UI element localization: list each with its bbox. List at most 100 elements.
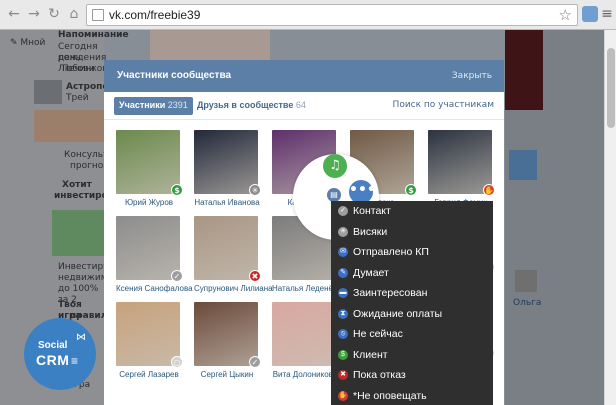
bookmark-star-icon[interactable]: ☆	[559, 6, 572, 24]
status-badge-icon[interactable]: ✳	[249, 184, 261, 196]
tab-count: 64	[295, 100, 306, 110]
menu-icon[interactable]: ≡	[599, 6, 615, 22]
status-menu: ✓ Контакт ✳ Висяки ✉ Отправлено КП ✎ Думает ▬ Заи…	[331, 201, 493, 405]
card-icon[interactable]: ▤	[327, 188, 341, 202]
status-badge-icon[interactable]: $	[171, 184, 183, 196]
member-card[interactable]: Ксения Санофалова ✓	[116, 216, 193, 293]
list-icon: ≡	[71, 354, 79, 368]
tab-members[interactable]: Участники 2391	[114, 97, 193, 115]
bg-text: Ольга	[513, 298, 542, 308]
member-card[interactable]: Наталья Иванова ✳	[194, 130, 261, 207]
member-name[interactable]: Супрунович Лилиана	[194, 284, 273, 293]
status-menu-item[interactable]: ✉ Отправлено КП	[331, 242, 493, 263]
dialog-header: Участники сообщества Закрыть	[104, 60, 504, 92]
member-card[interactable]: Сергей Цыкин ✓	[194, 302, 261, 379]
status-menu-label: Думает	[353, 266, 389, 279]
status-menu-item[interactable]: ✓ Контакт	[331, 201, 493, 222]
member-avatar[interactable]	[428, 130, 492, 194]
member-card[interactable]: Супрунович Лилиана ✖	[194, 216, 273, 293]
sidebar-link: ✎ Мной	[10, 38, 46, 48]
no-bell-icon: ⦸	[338, 329, 348, 340]
status-menu-label: Клиент	[353, 348, 388, 361]
member-card[interactable]: Вита Долоникова	[272, 302, 338, 379]
status-badge-icon[interactable]: ✋	[483, 184, 495, 196]
chat-icon: ✎	[338, 267, 348, 278]
member-avatar[interactable]	[272, 302, 336, 366]
browser-toolbar: ← → ↻ ⌂ vk.com/freebie39 ☆ ≡	[0, 0, 616, 30]
logo-text: CRM	[36, 352, 70, 368]
status-menu-item[interactable]: ✳ Висяки	[331, 222, 493, 243]
scrollbar-thumb[interactable]	[607, 48, 615, 128]
status-badge-icon[interactable]: ✖	[249, 270, 261, 282]
asterisk-icon: ✳	[338, 226, 348, 237]
bg-block	[509, 150, 537, 180]
member-name[interactable]: Ксения Санофалова	[116, 284, 193, 293]
tab-label: Участники	[119, 100, 166, 110]
status-menu-item[interactable]: ▬ Заинтересован	[331, 283, 493, 304]
address-bar[interactable]: vk.com/freebie39 ☆	[86, 4, 578, 26]
member-name[interactable]: Юрий Журов	[116, 198, 182, 207]
hourglass-icon: ⧗	[338, 308, 348, 319]
member-name[interactable]: Вита Долоникова	[272, 370, 338, 379]
status-menu-item[interactable]: ✋ *Не оповещать	[331, 386, 493, 405]
status-badge-icon[interactable]: $	[405, 184, 417, 196]
ad-image	[34, 110, 104, 142]
member-avatar[interactable]	[194, 302, 258, 366]
page-icon	[92, 9, 104, 21]
dialog-title: Участники сообщества	[117, 70, 232, 81]
reload-icon[interactable]: ↻	[46, 6, 62, 22]
member-avatar[interactable]	[194, 130, 258, 194]
status-menu-label: Ожидание оплаты	[353, 307, 443, 320]
back-arrow-icon[interactable]: ←	[6, 6, 22, 22]
url-text[interactable]: vk.com/freebie39	[109, 8, 200, 22]
member-avatar[interactable]	[116, 130, 180, 194]
forward-arrow-icon[interactable]: →	[26, 6, 42, 22]
social-crm-logo[interactable]: Social CRM ⋈ ≡	[24, 318, 96, 390]
status-menu-label: Отправлено КП	[353, 246, 429, 259]
status-menu-item[interactable]: ⧗ Ожидание оплаты	[331, 304, 493, 325]
dialog-tabs: Участники 2391 Друзья в сообществе 64 По…	[104, 92, 504, 120]
status-menu-label: Контакт	[353, 205, 391, 218]
member-name[interactable]: Наталья Иванова	[194, 198, 260, 207]
status-badge-icon[interactable]: ○	[171, 356, 183, 368]
member-card[interactable]: Сергей Лазарев ○	[116, 302, 183, 379]
tab-label: Друзья в сообществе	[197, 100, 294, 110]
cover-image	[150, 30, 270, 60]
status-menu-label: Висяки	[353, 225, 388, 238]
bg-text: правил	[70, 311, 108, 321]
member-card[interactable]: Гаврил Фомин✋	[428, 130, 495, 207]
member-avatar[interactable]	[116, 216, 180, 280]
status-badge-icon[interactable]: ✓	[249, 356, 261, 368]
status-badge-icon[interactable]: ✓	[171, 270, 183, 282]
logo-text: Social	[38, 340, 68, 351]
member-card[interactable]: Юрий Журов $	[116, 130, 183, 207]
member-name[interactable]: Сергей Лазарев	[116, 370, 182, 379]
status-menu-item[interactable]: ✖ Пока отказ	[331, 365, 493, 386]
dollar-icon: $	[338, 349, 348, 360]
tab-friends[interactable]: Друзья в сообществе 64	[192, 97, 311, 115]
bg-photo	[505, 30, 543, 110]
bg-text: Напоминание	[58, 30, 129, 40]
bg-text: Хотит	[62, 180, 92, 190]
bell-icon[interactable]: ♫	[323, 154, 347, 178]
check-icon: ✓	[338, 206, 348, 217]
status-menu-label: *Не оповещать	[353, 389, 427, 402]
status-menu-item[interactable]: ✎ Думает	[331, 263, 493, 284]
member-name[interactable]: Сергей Цыкин	[194, 370, 260, 379]
home-icon[interactable]: ⌂	[66, 6, 82, 22]
member-avatar[interactable]	[116, 302, 180, 366]
search-members-link[interactable]: Поиск по участникам	[393, 100, 494, 110]
status-menu-item[interactable]: ⦸ Не сейчас	[331, 324, 493, 345]
status-menu-label: Не сейчас	[353, 328, 403, 341]
page-scrollbar[interactable]	[604, 30, 616, 405]
member-name[interactable]: Наталья Леденёва	[272, 284, 342, 293]
status-menu-label: Пока отказ	[353, 369, 406, 382]
status-menu-item[interactable]: $ Клиент	[331, 345, 493, 366]
member-avatar[interactable]	[194, 216, 258, 280]
close-button[interactable]: Закрыть	[452, 71, 492, 81]
tab-count: 2391	[167, 100, 188, 110]
extension-icon[interactable]	[582, 6, 598, 22]
stop-hand-icon: ✋	[338, 390, 348, 401]
ad-image	[52, 210, 104, 256]
bg-avatar	[515, 270, 537, 292]
